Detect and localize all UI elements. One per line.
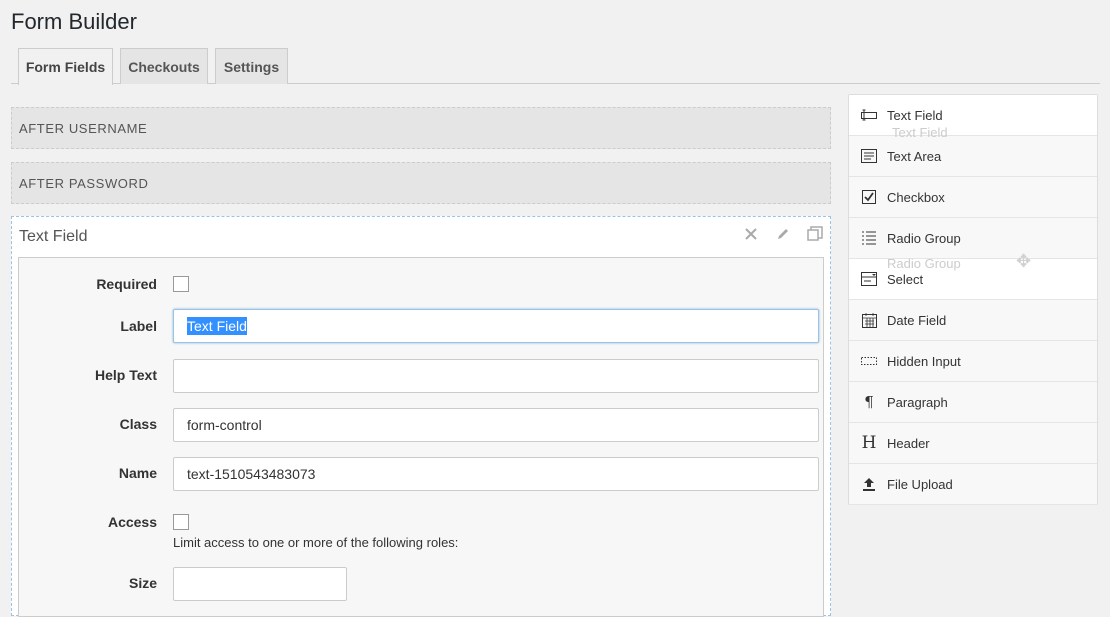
radio-group-icon [861, 230, 877, 246]
name-label: Name [118, 465, 157, 481]
required-checkbox[interactable] [173, 276, 189, 292]
move-cursor-icon: ✥ [1016, 251, 1032, 271]
text-area-icon [861, 148, 877, 164]
palette-item-date-field[interactable]: Date Field [849, 300, 1097, 341]
help-text-input[interactable] [173, 359, 819, 393]
palette-item-file-upload[interactable]: File Upload [849, 464, 1097, 505]
upload-icon [861, 476, 877, 492]
palette-item-radio-group[interactable]: Radio Group [849, 218, 1097, 259]
access-label: Access [107, 514, 157, 530]
calendar-icon [861, 312, 877, 328]
tab-settings[interactable]: Settings [215, 48, 288, 84]
palette-item-text-area[interactable]: Text Area [849, 136, 1097, 177]
required-label: Required [96, 276, 157, 292]
pencil-icon[interactable] [774, 225, 792, 243]
class-input[interactable]: form-control [173, 408, 819, 442]
drag-ghost-text-field: Text Field [892, 125, 948, 140]
paragraph-icon: ¶ [864, 393, 874, 411]
palette-item-text-field[interactable]: Text Field [849, 95, 1097, 136]
tab-bar: Form Fields Checkouts Settings [11, 48, 1100, 85]
label-input-value: Text Field [187, 317, 247, 335]
field-card-title: Text Field [19, 228, 88, 245]
tab-checkouts[interactable]: Checkouts [120, 48, 208, 84]
label-label: Label [120, 318, 157, 334]
palette-item-hidden-input[interactable]: Hidden Input [849, 341, 1097, 382]
access-hint: Limit access to one or more of the follo… [173, 535, 459, 550]
palette-item-header[interactable]: H Header [849, 423, 1097, 464]
header-icon: H [861, 433, 877, 453]
field-palette: Text Field Text Area Checkbox Radio Grou… [848, 94, 1098, 505]
size-label: Size [128, 575, 157, 591]
label-input[interactable]: Text Field [173, 309, 819, 343]
page-title: Form Builder [11, 9, 137, 34]
field-card-actions [742, 225, 824, 243]
palette-item-checkbox[interactable]: Checkbox [849, 177, 1097, 218]
drop-zone-after-password[interactable]: AFTER PASSWORD [11, 162, 831, 204]
class-label: Class [119, 416, 157, 432]
field-edit-panel: Required Label Text Field Help Text Clas… [18, 257, 824, 617]
palette-item-paragraph[interactable]: ¶ Paragraph [849, 382, 1097, 423]
access-checkbox[interactable] [173, 514, 189, 530]
close-icon[interactable] [742, 225, 760, 243]
hidden-input-icon [861, 353, 877, 369]
tab-form-fields[interactable]: Form Fields [18, 48, 113, 85]
help-text-label: Help Text [95, 367, 157, 383]
copy-icon[interactable] [806, 225, 824, 243]
checkbox-icon [861, 189, 877, 205]
name-input[interactable]: text-1510543483073 [173, 457, 819, 491]
text-field-card[interactable]: Text Field Required Label Text Field Hel… [11, 216, 831, 617]
drag-ghost-radio-group: Radio Group [887, 256, 961, 271]
select-icon [861, 271, 877, 287]
drop-zone-after-username[interactable]: AFTER USERNAME [11, 107, 831, 149]
text-field-icon [861, 107, 877, 123]
size-input[interactable] [173, 567, 347, 601]
